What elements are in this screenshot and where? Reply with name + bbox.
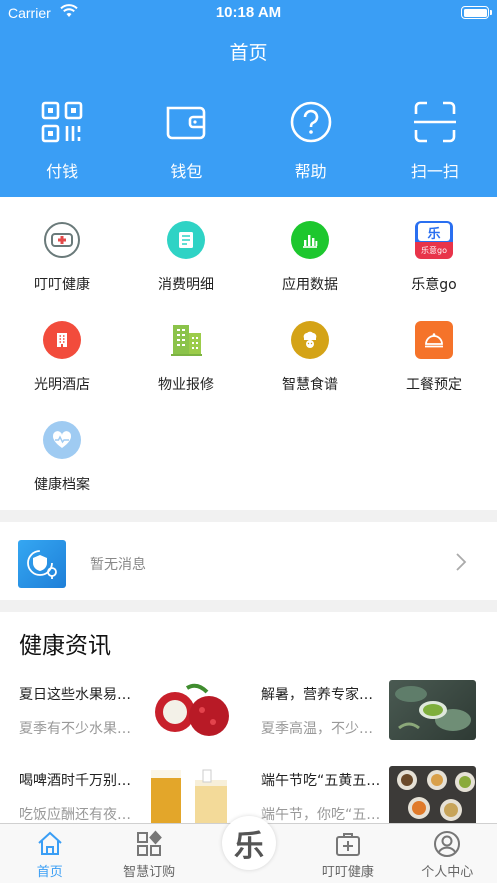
battery-icon [461, 6, 492, 19]
message-notice[interactable]: 暂无消息 [0, 522, 497, 600]
news-summary: 端午节，你吃“五… [261, 807, 381, 823]
beer-photo [147, 766, 234, 824]
quick-wallet-label: 钱包 [170, 162, 203, 181]
news-summary: 夏季有不少水果… [19, 721, 131, 737]
chef-icon [291, 321, 329, 359]
center-leyi-button[interactable]: 乐 [222, 816, 276, 870]
order-grid-icon [137, 830, 162, 856]
news-item[interactable]: 解暑，营养专家… 夏季高温，不少… [261, 680, 491, 746]
news-summary: 吃饭应酬还有夜… [19, 807, 131, 823]
quick-wallet-button[interactable]: 钱包 [124, 98, 248, 182]
grid-item-health-record[interactable]: 健康档案 [0, 421, 124, 494]
receipt-icon [167, 221, 205, 259]
tab-profile[interactable]: 个人中心 [398, 824, 497, 883]
grid-label-app-data: 应用数据 [282, 277, 338, 293]
grid-item-leyi-go[interactable]: 乐 乐意go 乐意go [372, 221, 496, 294]
dishes-photo [389, 766, 476, 824]
quick-pay-label: 付钱 [46, 162, 79, 181]
news-headline: 夏日这些水果易… [19, 687, 131, 703]
hotel-icon [43, 321, 81, 359]
health-cross-icon [43, 221, 81, 259]
news-section-title: 健康资讯 [19, 633, 111, 659]
grid-label-leyi-go: 乐意go [411, 277, 457, 293]
news-headline: 喝啤酒时千万别… [19, 773, 131, 789]
green-tea-photo [389, 680, 476, 740]
shield-notice-icon [18, 540, 66, 588]
tab-smart-order-label: 智慧订购 [123, 865, 176, 880]
news-summary: 夏季高温，不少… [261, 721, 373, 737]
quick-pay-button[interactable]: 付钱 [0, 98, 124, 182]
grid-item-guangming-hotel[interactable]: 光明酒店 [0, 321, 124, 394]
news-item[interactable]: 喝啤酒时千万别… 吃饭应酬还有夜… [19, 766, 249, 824]
chevron-right-icon [456, 553, 467, 571]
quick-help-button[interactable]: 帮助 [249, 98, 373, 182]
tab-dingding-health-label: 叮叮健康 [321, 865, 374, 880]
grid-label-dingding-health: 叮叮健康 [34, 277, 90, 293]
leyi-go-logo-text: 乐意go [421, 246, 447, 255]
news-headline: 端午节吃“五黄五… [261, 773, 381, 789]
meal-cloche-icon [415, 321, 453, 359]
grid-item-app-data[interactable]: 应用数据 [248, 221, 372, 294]
quick-scan-button[interactable]: 扫一扫 [373, 98, 497, 182]
grid-label-consumption-detail: 消费明细 [158, 277, 214, 293]
tab-smart-order[interactable]: 智慧订购 [99, 824, 198, 883]
user-icon [434, 831, 461, 857]
tab-home-label: 首页 [36, 865, 63, 880]
grid-label-guangming-hotel: 光明酒店 [34, 377, 90, 393]
grid-label-meal-booking: 工餐预定 [406, 377, 462, 393]
status-time: 10:18 AM [215, 4, 282, 21]
wallet-icon [167, 106, 206, 140]
leyi-go-icon: 乐 乐意go [415, 221, 453, 259]
tab-bar: 首页 智慧订购 乐 叮叮健康 个人中心 [0, 816, 497, 883]
grid-item-property-repair[interactable]: 物业报修 [124, 321, 248, 394]
grid-label-property-repair: 物业报修 [158, 377, 214, 393]
quick-help-label: 帮助 [294, 162, 327, 181]
header: Carrier 10:18 AM 首页 付钱 钱包 帮助 扫一扫 [0, 0, 497, 197]
help-icon [290, 101, 331, 143]
quick-actions: 付钱 钱包 帮助 扫一扫 [0, 98, 497, 182]
news-item[interactable]: 夏日这些水果易… 夏季有不少水果… [19, 680, 249, 746]
tab-dingding-health[interactable]: 叮叮健康 [298, 824, 397, 883]
news-item[interactable]: 端午节吃“五黄五… 端午节，你吃“五… [261, 766, 491, 824]
qr-code-icon [41, 101, 83, 143]
notice-text: 暂无消息 [90, 557, 146, 573]
bar-chart-icon [291, 221, 329, 259]
grid-label-health-record: 健康档案 [34, 477, 90, 493]
quick-scan-label: 扫一扫 [410, 162, 459, 181]
lychee-photo [147, 680, 234, 740]
center-leyi-glyph: 乐 [234, 829, 264, 864]
function-grid: 叮叮健康 消费明细 应用数据 乐 乐意go 乐意go 光明酒店 物业报修 智慧食… [0, 197, 497, 510]
tab-home[interactable]: 首页 [0, 824, 99, 883]
news-headline: 解暑，营养专家… [261, 687, 373, 703]
grid-item-dingding-health[interactable]: 叮叮健康 [0, 221, 124, 294]
tab-profile-label: 个人中心 [421, 865, 474, 880]
home-icon [38, 831, 62, 855]
health-kit-icon [335, 833, 360, 856]
health-news-section: 健康资讯 夏日这些水果易… 夏季有不少水果… 解暑，营养专家… 夏季高温，不少…… [0, 612, 497, 824]
heart-pulse-icon [43, 421, 81, 459]
page-title: 首页 [229, 42, 268, 64]
grid-item-meal-booking[interactable]: 工餐预定 [372, 321, 496, 394]
status-bar: Carrier 10:18 AM [0, 0, 497, 26]
scan-icon [413, 101, 456, 143]
grid-label-smart-recipe: 智慧食谱 [282, 377, 338, 393]
building-icon [167, 321, 205, 359]
grid-item-smart-recipe[interactable]: 智慧食谱 [248, 321, 372, 394]
grid-item-consumption-detail[interactable]: 消费明细 [124, 221, 248, 294]
